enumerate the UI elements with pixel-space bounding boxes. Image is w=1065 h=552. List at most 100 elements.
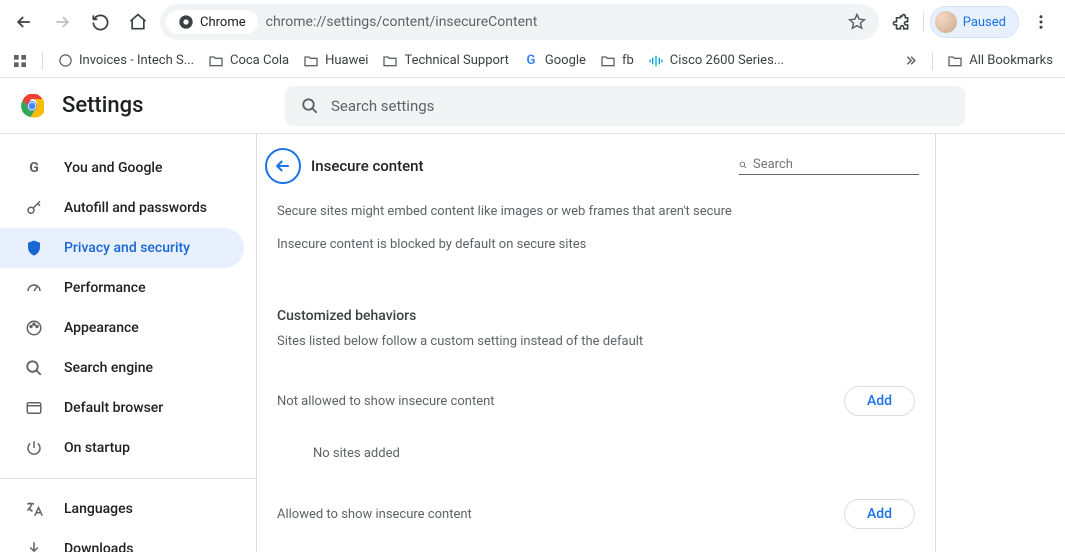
download-icon	[24, 539, 44, 552]
bookmark-label: Invoices - Intech S...	[79, 53, 194, 68]
bookmark-item[interactable]: Technical Support	[382, 53, 508, 69]
bookmark-label: Coca Cola	[230, 53, 289, 68]
speedometer-icon	[24, 278, 44, 298]
cisco-icon	[648, 53, 664, 69]
arrow-left-icon	[273, 156, 293, 176]
section-title: Customized behaviors	[257, 258, 935, 328]
forward-button[interactable]	[46, 6, 78, 38]
main-area: G You and Google Autofill and passwords …	[0, 134, 1065, 552]
chevrons-right-icon	[903, 53, 918, 68]
reload-icon	[91, 13, 110, 32]
browser-icon	[24, 398, 44, 418]
sidebar-item-performance[interactable]: Performance	[0, 268, 244, 308]
bookmark-item[interactable]: Invoices - Intech S...	[57, 53, 194, 69]
apps-grid-icon	[12, 53, 28, 69]
sidebar-item-label: Default browser	[64, 400, 163, 416]
description-line: Secure sites might embed content like im…	[257, 192, 935, 225]
google-g-icon: G	[24, 158, 44, 178]
bookmark-item[interactable]: Cisco 2600 Series...	[648, 53, 784, 69]
search-settings-input[interactable]: Search settings	[285, 86, 965, 126]
arrow-left-icon	[14, 12, 34, 32]
address-bar[interactable]: Chrome chrome://settings/content/insecur…	[160, 4, 879, 40]
shield-icon	[24, 238, 44, 258]
bookmark-label: Huawei	[325, 53, 368, 68]
power-icon	[24, 438, 44, 458]
page-icon	[57, 53, 73, 69]
search-settings-placeholder: Search settings	[331, 97, 434, 115]
url-text: chrome://settings/content/insecureConten…	[266, 14, 833, 30]
sidebar-item-autofill[interactable]: Autofill and passwords	[0, 188, 244, 228]
no-sites-message: No sites added	[257, 420, 935, 467]
palette-icon	[24, 318, 44, 338]
sidebar-item-you-and-google[interactable]: G You and Google	[0, 148, 244, 188]
bookmark-label: Technical Support	[404, 53, 508, 68]
site-chip[interactable]: Chrome	[166, 10, 258, 34]
folder-icon	[303, 53, 319, 69]
add-not-allowed-button[interactable]: Add	[844, 386, 915, 416]
paused-label: Paused	[963, 15, 1006, 30]
settings-header: Settings Search settings	[0, 78, 1065, 134]
bookmarks-overflow-button[interactable]	[902, 53, 918, 69]
sidebar-item-default-browser[interactable]: Default browser	[0, 388, 244, 428]
row-label: Allowed to show insecure content	[277, 507, 472, 522]
sidebar-item-languages[interactable]: Languages	[0, 489, 244, 529]
apps-button[interactable]	[12, 53, 28, 69]
folder-icon	[947, 53, 963, 69]
row-label: Not allowed to show insecure content	[277, 394, 495, 409]
all-bookmarks-label: All Bookmarks	[969, 53, 1053, 68]
browser-toolbar: Chrome chrome://settings/content/insecur…	[0, 0, 1065, 44]
folder-icon	[600, 53, 616, 69]
bookmarks-separator	[42, 52, 43, 70]
google-icon: G	[523, 53, 539, 69]
section-description: Sites listed below follow a custom setti…	[257, 328, 935, 355]
sidebar-item-label: Performance	[64, 280, 146, 296]
sidebar-item-label: On startup	[64, 440, 130, 456]
all-bookmarks-button[interactable]: All Bookmarks	[947, 53, 1053, 69]
page-search[interactable]	[739, 157, 919, 175]
sidebar-divider	[0, 478, 256, 479]
description-line: Insecure content is blocked by default o…	[257, 225, 935, 258]
settings-title: Settings	[62, 93, 143, 118]
key-icon	[24, 198, 44, 218]
content-card: Insecure content Secure sites might embe…	[256, 134, 936, 552]
sidebar-item-downloads[interactable]: Downloads	[0, 529, 244, 552]
back-button[interactable]	[8, 6, 40, 38]
site-chip-label: Chrome	[200, 15, 246, 30]
puzzle-icon	[891, 13, 910, 32]
bookmark-item[interactable]: fb	[600, 53, 634, 69]
chrome-logo-icon	[20, 94, 44, 118]
sidebar-item-appearance[interactable]: Appearance	[0, 308, 244, 348]
reload-button[interactable]	[84, 6, 116, 38]
not-allowed-row: Not allowed to show insecure content Add	[257, 354, 935, 420]
sidebar-item-label: Downloads	[64, 541, 133, 552]
page-back-button[interactable]	[265, 148, 301, 184]
page-title: Insecure content	[311, 157, 729, 175]
profile-paused-chip[interactable]: Paused	[930, 6, 1019, 38]
sidebar-item-label: Privacy and security	[64, 240, 190, 256]
toolbar-separator	[923, 13, 924, 31]
extensions-button[interactable]	[885, 6, 917, 38]
bookmark-label: Cisco 2600 Series...	[670, 53, 784, 68]
sidebar-item-search-engine[interactable]: Search engine	[0, 348, 244, 388]
bookmark-item[interactable]: Huawei	[303, 53, 368, 69]
three-dots-icon	[1032, 13, 1050, 31]
sidebar-item-label: Search engine	[64, 360, 153, 376]
bookmark-star-button[interactable]	[841, 13, 873, 31]
add-allowed-button[interactable]: Add	[844, 499, 915, 529]
bookmark-item[interactable]: G Google	[523, 53, 586, 69]
menu-button[interactable]	[1025, 6, 1057, 38]
sidebar-item-on-startup[interactable]: On startup	[0, 428, 244, 468]
bookmark-item[interactable]: Coca Cola	[208, 53, 289, 69]
bookmark-label: Google	[545, 53, 586, 68]
sidebar-item-label: Languages	[64, 501, 133, 517]
sidebar-item-privacy[interactable]: Privacy and security	[0, 228, 244, 268]
folder-icon	[382, 53, 398, 69]
sidebar-item-label: Autofill and passwords	[64, 200, 207, 216]
sidebar-item-label: You and Google	[64, 160, 162, 176]
home-icon	[128, 12, 148, 32]
search-icon	[739, 158, 747, 172]
page-search-input[interactable]	[753, 157, 919, 172]
home-button[interactable]	[122, 6, 154, 38]
settings-sidebar: G You and Google Autofill and passwords …	[0, 134, 256, 552]
translate-icon	[24, 499, 44, 519]
